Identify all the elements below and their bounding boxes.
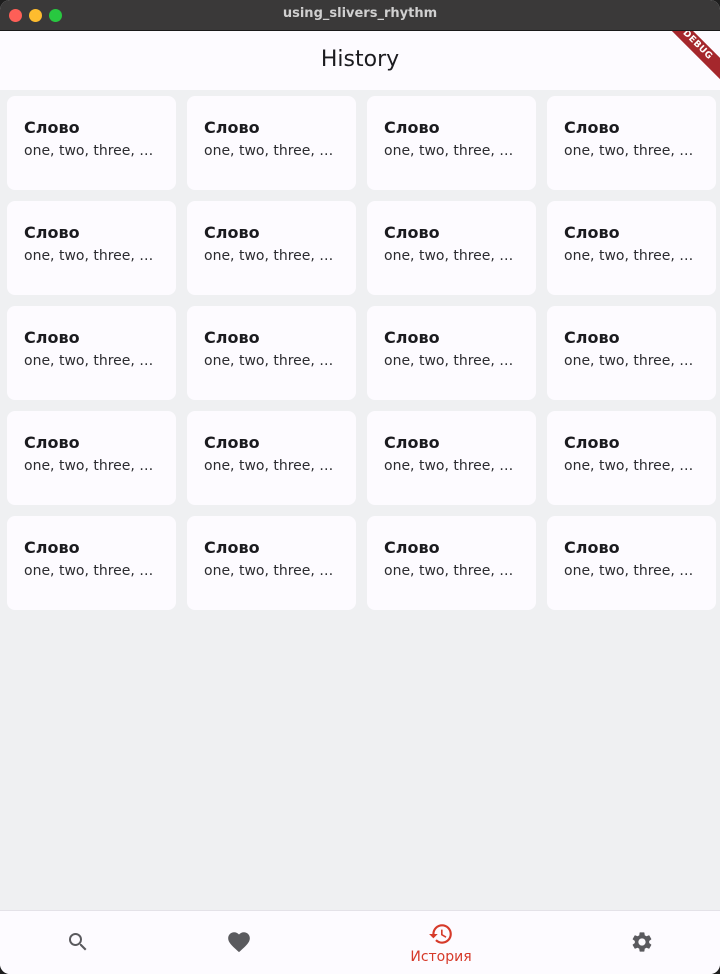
history-card[interactable]: Слово one, two, three, four: [367, 516, 536, 610]
history-card[interactable]: Слово one, two, three, four: [187, 516, 356, 610]
history-card[interactable]: Слово one, two, three, four: [547, 306, 716, 400]
history-card[interactable]: Слово one, two, three, four: [7, 306, 176, 400]
settings-icon: [632, 932, 652, 952]
history-card[interactable]: Слово one, two, three, four: [547, 201, 716, 295]
card-title: Слово: [204, 433, 260, 452]
history-card[interactable]: Слово one, two, three, four: [547, 411, 716, 505]
card-title: Слово: [384, 223, 440, 242]
card-subtitle: one, two, three, four: [24, 458, 158, 474]
app-window: using_slivers_rhythm History DEBUG Слово…: [0, 0, 720, 974]
card-subtitle: one, two, three, four: [564, 563, 698, 579]
history-card[interactable]: Слово one, two, three, four: [367, 96, 536, 190]
window-titlebar: using_slivers_rhythm: [0, 0, 720, 31]
card-title: Слово: [24, 433, 80, 452]
card-title: Слово: [564, 118, 620, 137]
card-title: Слово: [204, 538, 260, 557]
history-card[interactable]: Слово one, two, three, four: [547, 516, 716, 610]
history-icon: [429, 924, 452, 944]
card-title: Слово: [564, 328, 620, 347]
card-title: Слово: [24, 328, 80, 347]
history-card[interactable]: Слово one, two, three, four: [547, 96, 716, 190]
app-bar: History DEBUG: [0, 31, 720, 90]
history-card[interactable]: Слово one, two, three, four: [367, 201, 536, 295]
history-card[interactable]: Слово one, two, three, four: [187, 306, 356, 400]
card-subtitle: one, two, three, four: [204, 563, 338, 579]
card-subtitle: one, two, three, four: [564, 143, 698, 159]
card-subtitle: one, two, three, four: [384, 458, 518, 474]
card-subtitle: one, two, three, four: [564, 458, 698, 474]
card-subtitle: one, two, three, four: [384, 248, 518, 264]
card-title: Слово: [204, 328, 260, 347]
card-title: Слово: [564, 433, 620, 452]
history-card[interactable]: Слово one, two, three, four: [7, 96, 176, 190]
card-title: Слово: [24, 118, 80, 137]
page-title: History: [320, 47, 400, 72]
card-subtitle: one, two, three, four: [564, 248, 698, 264]
card-title: Слово: [564, 223, 620, 242]
card-title: Слово: [564, 538, 620, 557]
card-subtitle: one, two, three, four: [564, 353, 698, 369]
card-title: Слово: [384, 538, 440, 557]
history-card[interactable]: Слово one, two, three, four: [7, 516, 176, 610]
nav-item-history[interactable]: История: [381, 911, 501, 974]
card-title: Слово: [204, 223, 260, 242]
card-title: Слово: [384, 433, 440, 452]
window-title: using_slivers_rhythm: [282, 6, 438, 21]
card-title: Слово: [24, 223, 80, 242]
card-subtitle: one, two, three, four: [204, 143, 338, 159]
search-icon: [69, 933, 87, 951]
card-subtitle: one, two, three, four: [204, 248, 338, 264]
history-card[interactable]: Слово one, two, three, four: [367, 411, 536, 505]
card-title: Слово: [384, 328, 440, 347]
history-card[interactable]: Слово one, two, three, four: [367, 306, 536, 400]
nav-item-favorites[interactable]: [179, 911, 299, 974]
card-subtitle: one, two, three, four: [24, 353, 158, 369]
card-subtitle: one, two, three, four: [384, 143, 518, 159]
nav-item-search[interactable]: [18, 911, 138, 974]
card-subtitle: one, two, three, four: [24, 563, 158, 579]
nav-item-settings[interactable]: [582, 911, 702, 974]
history-card[interactable]: Слово one, two, three, four: [7, 201, 176, 295]
history-grid: Слово one, two, three, four Слово one, two,…: [7, 96, 716, 610]
card-title: Слово: [24, 538, 80, 557]
card-subtitle: one, two, three, four: [384, 353, 518, 369]
bottom-navigation: История: [0, 910, 720, 974]
card-subtitle: one, two, three, four: [24, 143, 158, 159]
card-subtitle: one, two, three, four: [204, 353, 338, 369]
card-subtitle: one, two, three, four: [204, 458, 338, 474]
card-subtitle: one, two, three, four: [24, 248, 158, 264]
card-subtitle: one, two, three, four: [384, 563, 518, 579]
history-card[interactable]: Слово one, two, three, four: [187, 411, 356, 505]
history-card[interactable]: Слово one, two, three, four: [187, 96, 356, 190]
card-title: Слово: [204, 118, 260, 137]
history-card[interactable]: Слово one, two, three, four: [7, 411, 176, 505]
nav-label-history: История: [410, 949, 472, 965]
card-title: Слово: [384, 118, 440, 137]
heart-icon: [228, 932, 250, 953]
history-card[interactable]: Слово one, two, three, four: [187, 201, 356, 295]
